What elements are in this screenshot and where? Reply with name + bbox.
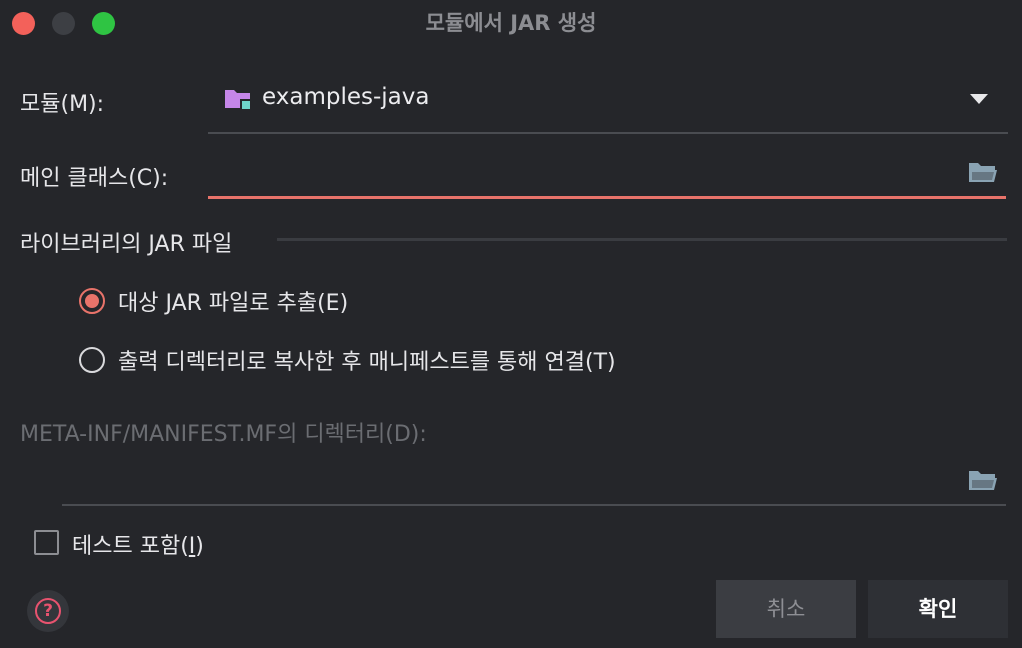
manifest-directory-input[interactable] xyxy=(62,456,1006,506)
module-folder-icon xyxy=(225,90,250,109)
include-tests-label-suffix: ) xyxy=(195,534,204,559)
chevron-down-icon xyxy=(970,94,988,104)
create-jar-dialog: 모듈에서 JAR 생성 모듈(M): examples-java 메인 클래스(… xyxy=(0,0,1022,648)
help-icon: ? xyxy=(35,598,61,624)
folder-open-icon[interactable] xyxy=(968,468,998,492)
module-dropdown[interactable]: examples-java xyxy=(208,74,1008,134)
copy-to-output-radio[interactable] xyxy=(79,347,105,373)
title-bar: 모듈에서 JAR 생성 xyxy=(0,0,1022,46)
copy-to-output-option-label[interactable]: 출력 디렉터리로 복사한 후 매니페스트를 통해 연결(T) xyxy=(118,344,616,376)
section-divider xyxy=(277,238,1007,241)
cancel-button[interactable]: 취소 xyxy=(716,580,856,638)
main-class-input[interactable] xyxy=(208,150,1006,199)
include-tests-checkbox[interactable] xyxy=(34,530,59,555)
module-selected-value: examples-java xyxy=(262,84,430,110)
folder-open-icon[interactable] xyxy=(968,160,998,184)
dialog-title: 모듈에서 JAR 생성 xyxy=(425,11,597,35)
extract-jar-option-label[interactable]: 대상 JAR 파일로 추출(E) xyxy=(118,285,348,317)
help-button[interactable]: ? xyxy=(27,590,69,632)
main-class-label: 메인 클래스(C): xyxy=(20,166,169,191)
module-label: 모듈(M): xyxy=(20,92,105,117)
ok-button[interactable]: 확인 xyxy=(868,580,1008,638)
manifest-directory-label: META-INF/MANIFEST.MF의 디렉터리(D): xyxy=(20,422,427,447)
include-tests-label[interactable]: 테스트 포함(I) xyxy=(72,528,204,560)
extract-jar-radio[interactable] xyxy=(79,288,105,314)
libraries-section-title: 라이브러리의 JAR 파일 xyxy=(20,232,233,257)
include-tests-label-prefix: 테스트 포함( xyxy=(72,534,189,559)
